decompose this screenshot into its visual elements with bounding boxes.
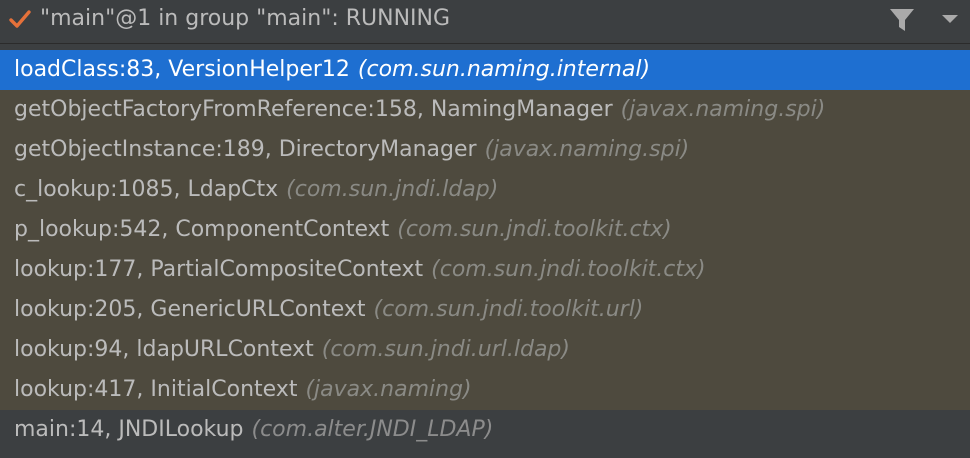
frame-method: lookup:417, InitialContext bbox=[14, 377, 298, 402]
stack-frame-row[interactable]: lookup:94, ldapURLContext (com.sun.jndi.u… bbox=[0, 330, 970, 370]
frame-package: (com.sun.jndi.ldap) bbox=[286, 177, 499, 202]
frame-package: (com.alter.JNDI_LDAP) bbox=[251, 417, 494, 442]
frame-method: getObjectFactoryFromReference:158, Namin… bbox=[14, 97, 613, 122]
stack-frame-row[interactable]: lookup:177, PartialCompositeContext (com.… bbox=[0, 250, 970, 290]
stack-frame-list: loadClass:83, VersionHelper12 (com.sun.na… bbox=[0, 50, 970, 450]
frames-panel: "main"@1 in group "main": RUNNING loadCl… bbox=[0, 0, 970, 458]
frame-method: lookup:177, PartialCompositeContext bbox=[14, 257, 424, 282]
frame-package: (com.sun.naming.internal) bbox=[357, 57, 651, 82]
stack-frame-row[interactable]: getObjectFactoryFromReference:158, Namin… bbox=[0, 90, 970, 130]
thread-title[interactable]: "main"@1 in group "main": RUNNING bbox=[40, 0, 450, 40]
frame-method: loadClass:83, VersionHelper12 bbox=[14, 57, 350, 82]
stack-frame-row[interactable]: loadClass:83, VersionHelper12 (com.sun.na… bbox=[0, 50, 970, 90]
frame-package: (javax.naming.spi) bbox=[484, 137, 690, 162]
frame-method: lookup:94, ldapURLContext bbox=[14, 337, 314, 362]
frame-method: main:14, JNDILookup bbox=[14, 417, 244, 442]
frame-package: (javax.naming.spi) bbox=[620, 97, 826, 122]
stack-frame-row[interactable]: lookup:205, GenericURLContext (com.sun.jn… bbox=[0, 290, 970, 330]
frame-package: (com.sun.jndi.toolkit.ctx) bbox=[431, 257, 706, 282]
check-icon bbox=[9, 10, 31, 28]
stack-frame-row[interactable]: lookup:417, InitialContext (javax.naming) bbox=[0, 370, 970, 410]
frame-package: (com.sun.jndi.toolkit.ctx) bbox=[397, 217, 672, 242]
filter-icon[interactable] bbox=[888, 6, 916, 34]
frame-package: (com.sun.jndi.toolkit.url) bbox=[373, 297, 644, 322]
thread-selector[interactable]: "main"@1 in group "main": RUNNING bbox=[0, 0, 970, 44]
stack-frame-row[interactable]: p_lookup:542, ComponentContext (com.sun.j… bbox=[0, 210, 970, 250]
stack-frame-row[interactable]: c_lookup:1085, LdapCtx (com.sun.jndi.ldap… bbox=[0, 170, 970, 210]
frame-method: p_lookup:542, ComponentContext bbox=[14, 217, 390, 242]
stack-frame-row[interactable]: main:14, JNDILookup (com.alter.JNDI_LDAP) bbox=[0, 410, 970, 450]
frame-method: c_lookup:1085, LdapCtx bbox=[14, 177, 279, 202]
stack-frame-row[interactable]: getObjectInstance:189, DirectoryManager (… bbox=[0, 130, 970, 170]
frame-package: (javax.naming) bbox=[305, 377, 472, 402]
frame-method: getObjectInstance:189, DirectoryManager bbox=[14, 137, 477, 162]
frame-method: lookup:205, GenericURLContext bbox=[14, 297, 366, 322]
chevron-down-icon[interactable] bbox=[940, 12, 960, 26]
frame-package: (com.sun.jndi.url.ldap) bbox=[321, 337, 570, 362]
